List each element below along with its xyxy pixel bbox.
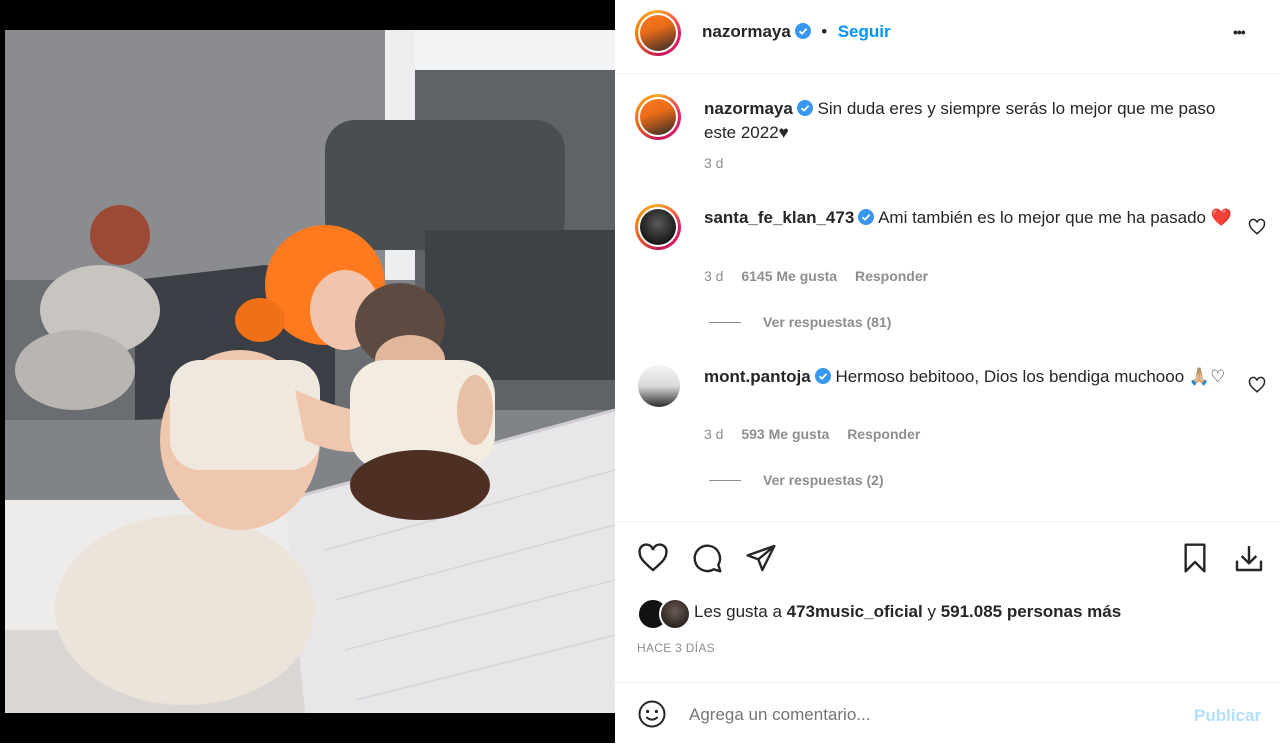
replies-divider [709,480,741,481]
comment-username[interactable]: santa_fe_klan_473 [704,208,854,227]
likes-prefix: Les gusta a [694,602,782,621]
posted-time: HACE 3 DÍAS [637,641,715,655]
comment-icon[interactable] [691,542,723,574]
likes-account[interactable]: 473music_oficial [787,602,923,621]
comment-text-block: santa_fe_klan_473 Ami también es lo mejo… [704,206,1244,230]
photo-illustration [5,30,615,713]
post-detail-panel: nazormaya • Seguir ••• nazormaya Sin dud… [615,0,1280,743]
comment-time: 3 d [704,426,724,442]
likes-others[interactable]: 591.085 personas más [941,602,1122,621]
replies-divider [709,322,741,323]
follow-button[interactable]: Seguir [838,22,891,41]
verified-badge-icon [858,209,875,225]
comment-avatar[interactable] [635,204,681,250]
comment-like-heart-icon[interactable] [1248,218,1266,236]
caption-avatar[interactable] [635,94,681,140]
liker-avatar[interactable] [659,598,691,630]
emoji-icon[interactable] [637,699,667,729]
comment-text: Hermoso bebitooo, Dios los bendiga mucho… [835,367,1185,386]
heart-icon[interactable] [637,542,669,574]
red-heart-emoji: ❤️ [1210,208,1232,227]
comment-likes[interactable]: 593 Me gusta [741,426,829,442]
comment-meta: 3 d 593 Me gusta Responder [704,426,920,442]
verified-badge-icon [794,23,811,39]
post-actions [615,521,1280,573]
comment-input[interactable] [687,697,1171,733]
caption-text-block: nazormaya Sin duda eres y siempre serás … [704,97,1244,145]
comment-time: 3 d [704,268,724,284]
comment-text-block: mont.pantoja Hermoso bebitooo, Dios los … [704,365,1244,389]
view-replies-button[interactable]: Ver respuestas (2) [763,472,884,488]
post-photo[interactable] [5,30,615,713]
verified-badge-icon [796,100,813,116]
author-username[interactable]: nazormaya [702,22,791,41]
comment-like-heart-icon[interactable] [1248,376,1266,394]
verified-badge-icon [814,368,831,384]
likes-connector: y [927,602,936,621]
bookmark-icon[interactable] [1179,542,1211,574]
reply-button[interactable]: Responder [847,426,920,442]
caption-username[interactable]: nazormaya [704,99,793,118]
likes-summary: Les gusta a 473music_oficial y 591.085 p… [694,602,1121,622]
header-separator: • [821,22,828,41]
comment-meta: 3 d 6145 Me gusta Responder [704,268,928,284]
author-avatar[interactable] [635,10,681,56]
share-icon[interactable] [745,542,777,574]
view-replies-button[interactable]: Ver respuestas (81) [763,314,891,330]
publish-button[interactable]: Publicar [1194,706,1261,726]
more-options-icon[interactable]: ••• [1233,24,1246,40]
comment-text: Ami también es lo mejor que me ha pasado [878,208,1206,227]
comment-username[interactable]: mont.pantoja [704,367,811,386]
caption-time: 3 d [704,155,724,171]
reply-button[interactable]: Responder [855,268,928,284]
add-comment-bar: Publicar [615,682,1280,744]
post-header: nazormaya • Seguir ••• [615,0,1280,74]
post-photo-pane [0,0,615,743]
comment-avatar[interactable] [638,365,680,407]
download-icon[interactable] [1233,542,1265,574]
pray-heart-emoji: 🙏🏼♡ [1188,367,1226,386]
comment-likes[interactable]: 6145 Me gusta [741,268,837,284]
